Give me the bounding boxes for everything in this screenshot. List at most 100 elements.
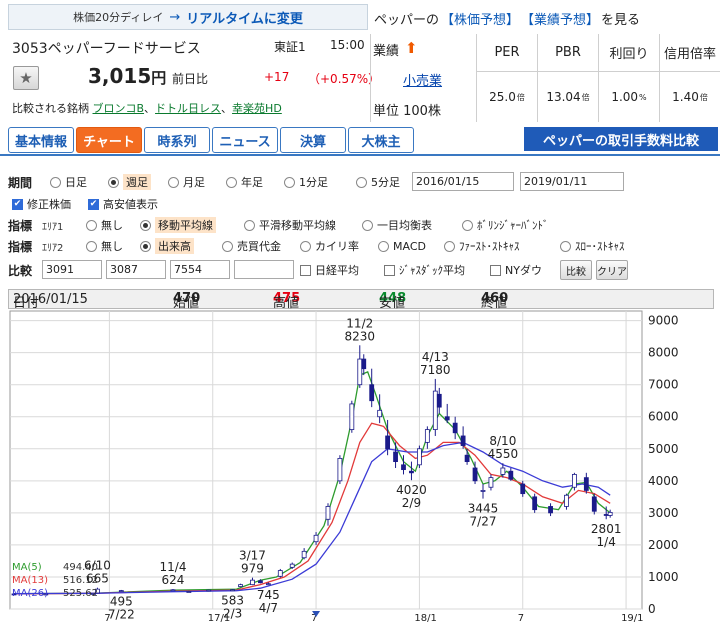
candle-body xyxy=(349,403,355,430)
compared-stocks: 比較される銘柄 ブロンコB、ドトル日レス、幸楽苑HD xyxy=(12,100,282,116)
candle-body xyxy=(277,570,283,577)
tab-news[interactable]: ニュース xyxy=(212,127,278,153)
y-tick-label: 1000 xyxy=(648,570,679,584)
radio-label: 売買代金 xyxy=(237,240,281,253)
compare-input-4[interactable] xyxy=(234,260,294,279)
realtime-link[interactable]: リアルタイムに変更 xyxy=(186,8,303,27)
compare-link-doutor[interactable]: ドトル日レス xyxy=(155,102,221,115)
period-daily-radio[interactable]: 日足 xyxy=(50,173,87,191)
tab-major-shareholders[interactable]: 大株主 xyxy=(348,127,414,153)
high-low-annotation: 2/3 xyxy=(223,607,242,621)
radio-dot xyxy=(378,240,389,252)
compare-link-bronco[interactable]: ブロンコB xyxy=(93,102,145,115)
ind1-smoothed-ma-radio[interactable]: 平滑移動平均線 xyxy=(244,216,336,234)
candle-body xyxy=(532,496,538,511)
compare-input-1[interactable] xyxy=(42,260,102,279)
compare-input-3[interactable] xyxy=(170,260,230,279)
area-label: ｴﾘｱ2 xyxy=(42,243,64,254)
commission-compare-link[interactable]: ペッパーの取引手数料比較 xyxy=(524,127,718,151)
period-monthly-radio[interactable]: 月足 xyxy=(168,173,205,191)
earnings-forecast-link[interactable]: 【業績予想】 xyxy=(521,9,599,28)
ind2-macd-radio[interactable]: MACD xyxy=(378,237,426,255)
compare-input-2[interactable] xyxy=(106,260,166,279)
stock-code-name: 3053ペッパーフードサービス xyxy=(12,41,201,57)
candle-body xyxy=(250,579,255,586)
radio-dot xyxy=(226,176,237,188)
candlestick-chart[interactable]: 01000200030004000500060007000800090007 17… xyxy=(8,309,714,623)
sector-link[interactable]: 小売業 xyxy=(403,70,442,89)
ind2-slow-stochastic-radio[interactable]: ｽﾛｰ･ｽﾄｷｬｽ xyxy=(560,237,625,255)
compare-label: 比較 xyxy=(8,264,33,278)
date-from-input[interactable] xyxy=(412,172,514,191)
period-1min-radio[interactable]: 1分足 xyxy=(284,173,328,191)
sector-box: 業績 ⬆ 小売業 単位 100株 xyxy=(370,34,476,122)
radio-dot xyxy=(86,240,97,252)
metric-label: 利回り xyxy=(599,34,659,72)
tab-basic-info[interactable]: 基本情報 xyxy=(8,127,74,153)
tab-earnings[interactable]: 決算 xyxy=(280,127,346,153)
high-low-checkbox[interactable]: ✔ 高安値表示 xyxy=(88,195,158,213)
candle-body xyxy=(583,477,589,491)
area-label: ｴﾘｱ1 xyxy=(42,222,64,233)
ohlc-open: 始値 470 xyxy=(173,291,200,311)
ind2-turnover-radio[interactable]: 売買代金 xyxy=(222,237,281,255)
period-yearly-radio[interactable]: 年足 xyxy=(226,173,263,191)
radio-label: 平滑移動平均線 xyxy=(259,219,336,232)
candle-body xyxy=(170,589,176,592)
radio-label: 年足 xyxy=(241,176,263,189)
y-tick-label: 9000 xyxy=(648,314,679,328)
favorite-star-button[interactable]: ★ xyxy=(13,66,39,90)
clear-button[interactable]: クリア xyxy=(596,260,628,280)
tab-time-series[interactable]: 時系列 xyxy=(144,127,210,153)
high-low-annotation: 7/22 xyxy=(108,608,135,622)
ind1-bollinger-radio[interactable]: ﾎﾞﾘﾝｼﾞｬｰﾊﾞﾝﾄﾞ xyxy=(462,216,549,234)
period-5min-radio[interactable]: 5分足 xyxy=(356,173,400,191)
period-row: 期間 日足 週足 月足 年足 1分足 5分足 xyxy=(0,171,720,193)
forecast-prefix: ペッパーの xyxy=(374,12,440,28)
compare-link-kourakuen[interactable]: 幸楽苑HD xyxy=(232,102,282,115)
metric-number: 1.40 xyxy=(672,90,699,104)
date-to-input[interactable] xyxy=(520,172,624,191)
tab-chart[interactable]: チャート xyxy=(76,127,142,153)
ind2-none-radio[interactable]: 無し xyxy=(86,237,123,255)
ind1-none-radio[interactable]: 無し xyxy=(86,216,123,234)
candle-body xyxy=(377,409,383,418)
high-low-annotation: 8/10 xyxy=(489,434,516,448)
adjusted-price-checkbox[interactable]: ✔ 修正株価 xyxy=(12,195,71,213)
high-low-annotation: 2801 xyxy=(591,522,622,536)
compare-button[interactable]: 比較 xyxy=(560,260,592,280)
ma-legend-name: MA(5) xyxy=(12,562,42,573)
candle-body xyxy=(500,467,506,475)
check-label: 高安値表示 xyxy=(103,198,158,211)
high-low-annotation: 3/17 xyxy=(239,549,266,563)
radio-dot xyxy=(356,176,367,188)
ind1-ichimoku-radio[interactable]: 一目均衡表 xyxy=(362,216,432,234)
ind2-deviation-radio[interactable]: カイリ率 xyxy=(300,237,359,255)
ind2-volume-radio[interactable]: 出来高 xyxy=(140,237,194,255)
candle-body xyxy=(548,506,553,514)
up-arrow-icon: ⬆ xyxy=(405,39,418,57)
trading-unit: 単位 100株 xyxy=(373,104,441,119)
radio-dot xyxy=(244,219,255,231)
radio-label: 5分足 xyxy=(371,176,400,189)
forecast-suffix: を見る xyxy=(601,12,641,28)
ind1-moving-average-radio[interactable]: 移動平均線 xyxy=(140,216,216,234)
candle-body xyxy=(357,358,363,386)
ohlc-bar: 日付 2016/01/15 始値 470 高値 475 安値 448 終値 46… xyxy=(8,289,714,311)
candle-body xyxy=(444,416,450,421)
check-label: 日経平均 xyxy=(315,264,359,277)
nikkei-checkbox[interactable]: 日経平均 xyxy=(300,261,359,279)
ind2-fast-stochastic-radio[interactable]: ﾌｧｰｽﾄ･ｽﾄｷｬｽ xyxy=(444,237,520,255)
stock-forecast-link[interactable]: 【株価予想】 xyxy=(441,9,519,28)
metric-pbr: PBR 13.04 倍 xyxy=(537,34,598,122)
earnings-label: 業績 xyxy=(373,44,400,59)
period-weekly-radio[interactable]: 週足 xyxy=(108,173,151,191)
candle-body xyxy=(258,580,263,584)
metric-label: 信用倍率 xyxy=(660,34,720,72)
compare-row: 比較 日経平均 ｼﾞｬｽﾀﾞｯｸ平均 NYダウ 比較 クリア xyxy=(0,259,720,283)
y-tick-label: 4000 xyxy=(648,474,679,488)
nydow-checkbox[interactable]: NYダウ xyxy=(490,261,542,279)
candle-body xyxy=(488,477,494,488)
radio-label: 移動平均線 xyxy=(155,217,216,233)
jasdaq-checkbox[interactable]: ｼﾞｬｽﾀﾞｯｸ平均 xyxy=(384,261,465,279)
